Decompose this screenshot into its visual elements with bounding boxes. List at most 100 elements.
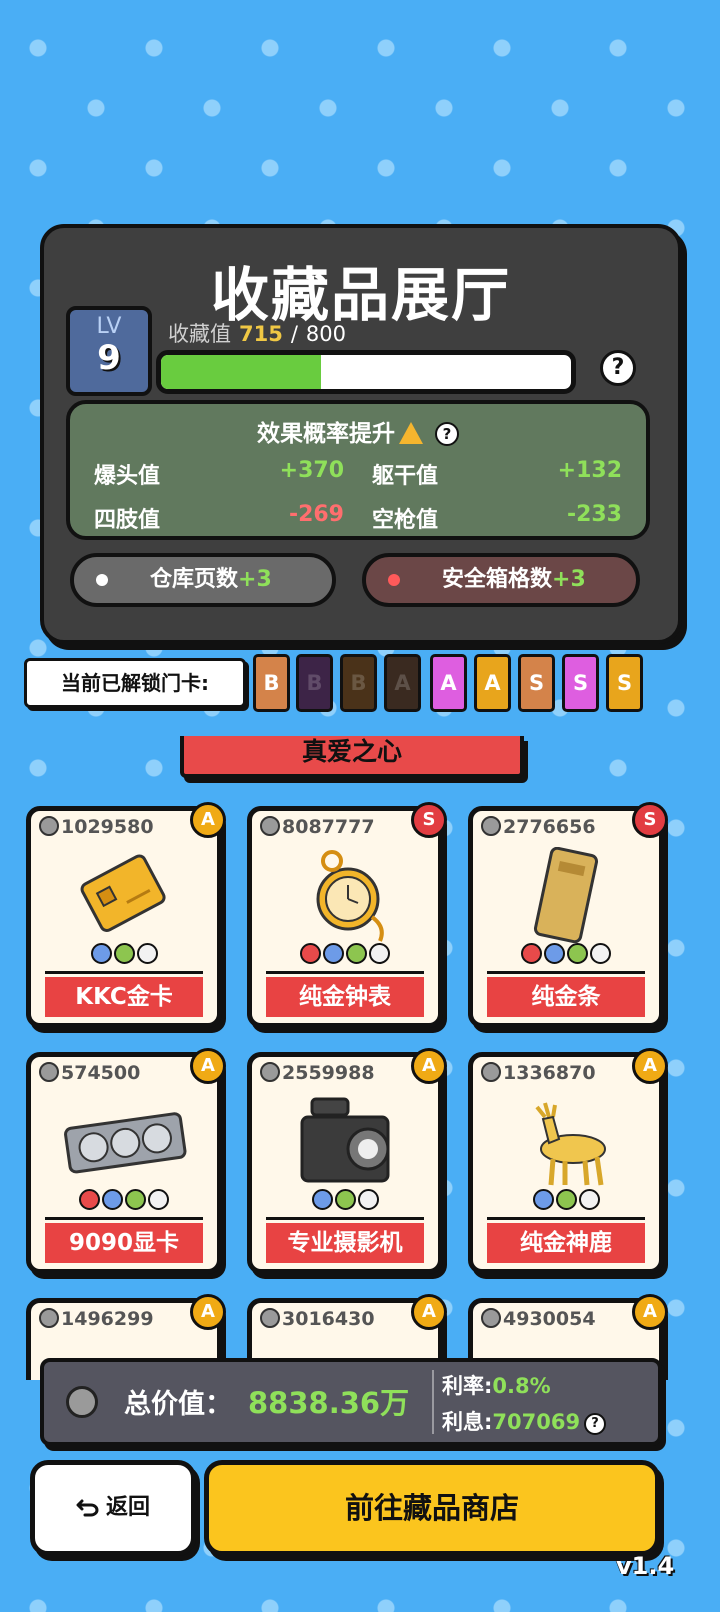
graphics-card-icon — [31, 1093, 217, 1189]
blue-attribute-icon — [544, 943, 565, 964]
coin-icon — [481, 1062, 501, 1082]
item-card[interactable]: 2559988 A 专业摄影机 — [247, 1048, 447, 1274]
category-banner: 真爱之心 — [180, 736, 524, 778]
interest-rate: 利率:0.8% — [442, 1370, 551, 1400]
interest-label: 利息: — [442, 1410, 493, 1434]
item-value: 574500 — [39, 1062, 140, 1084]
gate-card: A — [384, 654, 421, 712]
white-attribute-icon — [357, 1189, 379, 1210]
attribute-icons — [473, 943, 659, 968]
stat-label: 空枪值 — [372, 508, 439, 533]
attribute-icons — [31, 1189, 217, 1214]
red-attribute-icon — [79, 1189, 100, 1210]
white-attribute-icon — [590, 943, 611, 964]
attribute-icons — [31, 943, 217, 968]
rank-badge: A — [411, 1294, 447, 1330]
effects-header: 效果概率提升? — [70, 414, 646, 448]
collection-list[interactable]: 真爱之心 1029580 A KKC金卡 8087777 S 纯金钟表 2776656 S 纯金… — [0, 736, 720, 1380]
coin-icon — [260, 1062, 280, 1082]
white-attribute-icon — [136, 943, 158, 964]
stat-value: +370 — [279, 458, 344, 483]
divider — [487, 971, 645, 974]
effects-panel: 效果概率提升? 爆头值 +370 躯干值 +132 四肢值 -269 空枪值 -… — [66, 400, 650, 540]
item-value-text: 8087777 — [282, 816, 375, 838]
go-to-shop-button[interactable]: 前往藏品商店 — [204, 1460, 660, 1556]
coin-icon — [39, 816, 59, 836]
item-value-text: 574500 — [61, 1062, 141, 1084]
coin-icon — [260, 1308, 280, 1328]
item-name: 9090显卡 — [45, 1223, 203, 1263]
total-value-label: 总价值： — [124, 1389, 232, 1420]
green-attribute-icon — [334, 1189, 356, 1210]
undo-arrow-icon — [76, 1499, 99, 1517]
white-attribute-icon — [369, 943, 390, 964]
item-card[interactable]: 1029580 A KKC金卡 — [26, 802, 226, 1028]
collection-hall-panel: 收藏品展厅 LV 9 收藏值 715/800 ? 效果概率提升? 爆头值 +370… — [40, 224, 682, 644]
bonus-value: +3 — [238, 567, 272, 592]
item-value: 3016430 — [260, 1308, 375, 1330]
rank-badge: A — [411, 1048, 447, 1084]
level-label: LV — [96, 314, 122, 339]
blue-attribute-icon — [532, 1189, 554, 1210]
item-value-text: 2776656 — [503, 816, 596, 838]
blue-attribute-icon — [102, 1189, 123, 1210]
item-value: 8087777 — [260, 816, 375, 838]
item-name: 纯金神鹿 — [487, 1223, 645, 1263]
stat-empty-shot: 空枪值 -233 — [372, 502, 622, 534]
coin-icon — [260, 816, 280, 836]
item-value: 1496299 — [39, 1308, 154, 1330]
rank-badge: A — [632, 1048, 668, 1084]
bonus-label: 安全箱格数 — [442, 567, 553, 592]
coin-icon — [39, 1308, 59, 1328]
item-value-text: 2559988 — [282, 1062, 375, 1084]
level-value: 9 — [97, 338, 121, 378]
item-name: KKC金卡 — [45, 977, 203, 1017]
attribute-icons — [252, 943, 438, 968]
stat-limbs: 四肢值 -269 — [94, 502, 344, 534]
gold-deer-icon — [473, 1093, 659, 1189]
item-card[interactable]: 1336870 A 纯金神鹿 — [468, 1048, 668, 1274]
white-attribute-icon — [578, 1189, 600, 1210]
divider — [266, 1217, 424, 1220]
item-value: 1336870 — [481, 1062, 596, 1084]
item-value: 2776656 — [481, 816, 596, 838]
stat-label: 四肢值 — [94, 508, 161, 533]
total-value-panel: 总价值： 8838.36万 利率:0.8% 利息:707069? — [40, 1358, 662, 1446]
unlocked-gates-label: 当前已解锁门卡: — [24, 658, 246, 708]
item-card[interactable]: 2776656 S 纯金条 — [468, 802, 668, 1028]
item-value: 4930054 — [481, 1308, 596, 1330]
rank-badge: A — [190, 1294, 226, 1330]
red-attribute-icon — [300, 943, 321, 964]
collection-help-icon[interactable]: ? — [600, 350, 636, 386]
item-value-text: 1029580 — [61, 816, 154, 838]
video-camera-icon — [252, 1093, 438, 1189]
gate-card: B — [253, 654, 290, 712]
coin-icon — [481, 816, 501, 836]
gate-card: B — [296, 654, 333, 712]
divider — [45, 971, 203, 974]
effects-title: 效果概率提升 — [257, 421, 395, 447]
back-button[interactable]: 返回 — [30, 1460, 196, 1556]
gate-card: A — [430, 654, 467, 712]
item-name: 纯金钟表 — [266, 977, 424, 1017]
stat-headshot: 爆头值 +370 — [94, 458, 344, 490]
version-label: v1.4 — [616, 1552, 675, 1580]
item-card[interactable]: 574500 A 9090显卡 — [26, 1048, 226, 1274]
white-attribute-icon — [148, 1189, 169, 1210]
coin-icon — [481, 1308, 501, 1328]
back-button-label: 返回 — [105, 1495, 150, 1520]
blue-attribute-icon — [90, 943, 112, 964]
item-name: 专业摄影机 — [266, 1223, 424, 1263]
item-value-text: 1496299 — [61, 1308, 154, 1330]
interest-help-icon[interactable]: ? — [584, 1413, 607, 1435]
effects-help-icon[interactable]: ? — [435, 422, 459, 446]
gold-bar-icon — [473, 846, 659, 944]
divider — [266, 971, 424, 974]
rank-badge: S — [411, 802, 447, 838]
green-attribute-icon — [346, 943, 367, 964]
bonus-label: 仓库页数 — [150, 567, 239, 592]
item-value-text: 3016430 — [282, 1308, 375, 1330]
item-card[interactable]: 8087777 S 纯金钟表 — [247, 802, 447, 1028]
attribute-icons — [473, 1189, 659, 1214]
bullet-dot-icon — [388, 574, 400, 586]
